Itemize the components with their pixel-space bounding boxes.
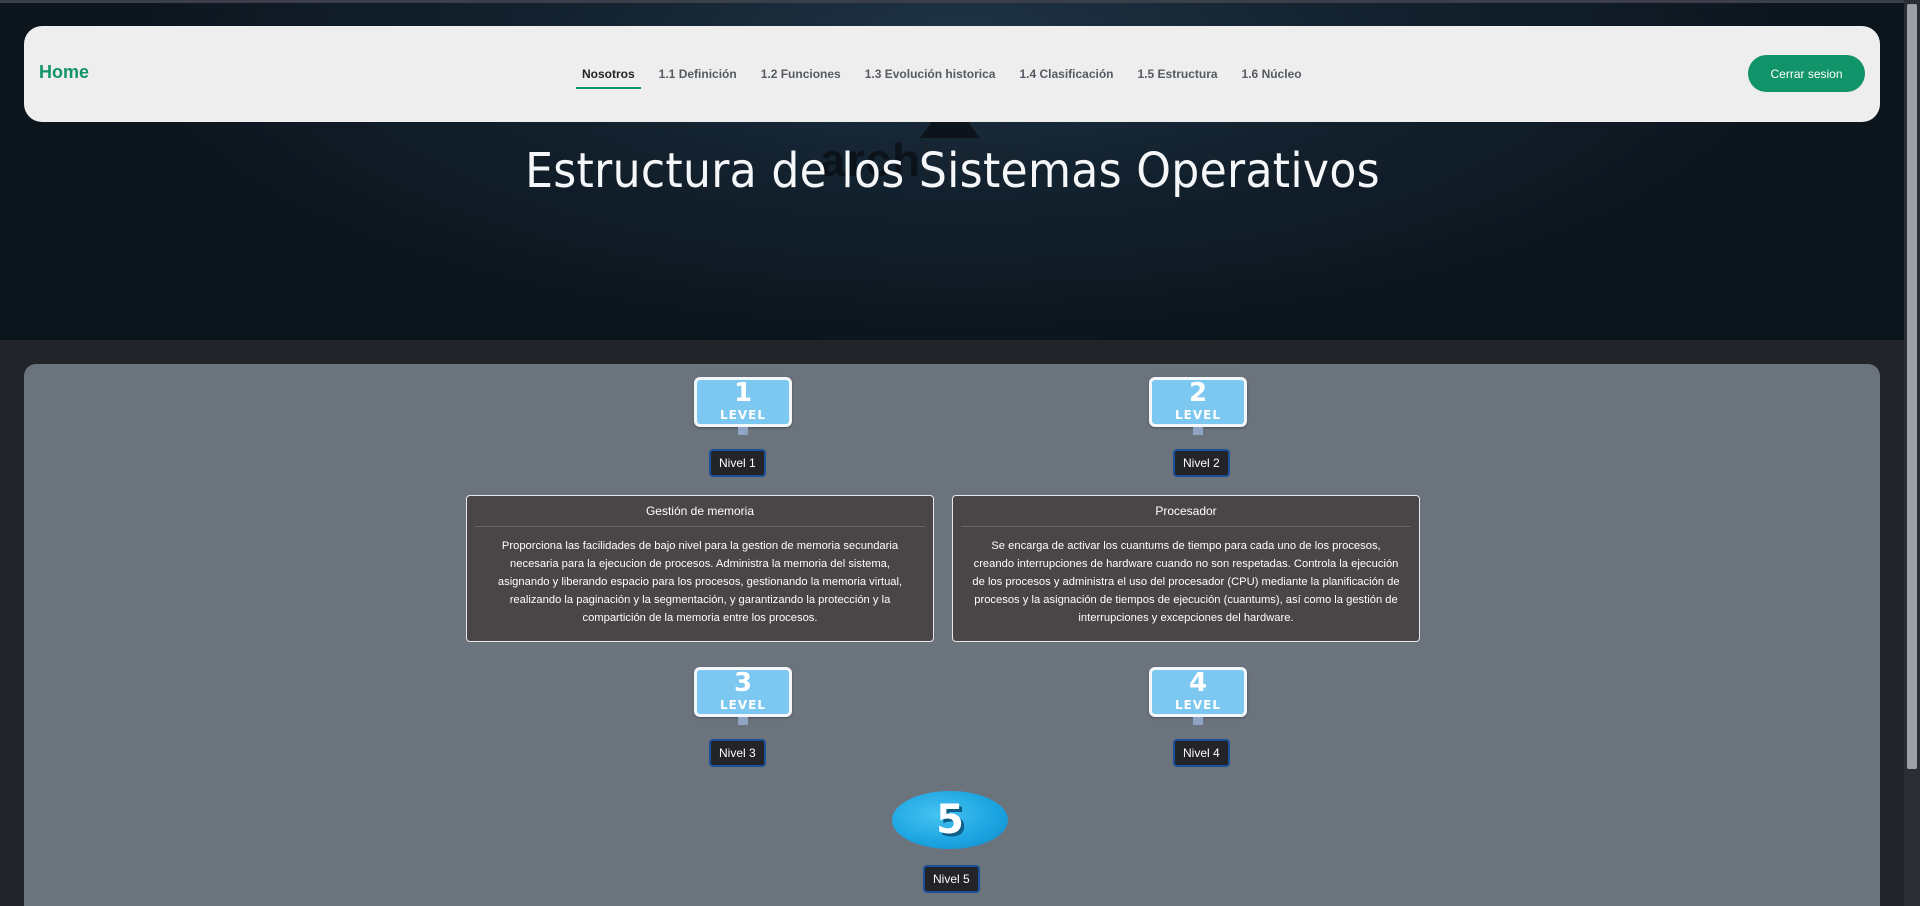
level-2-number: 2 (1188, 380, 1208, 408)
level-2-badge[interactable]: Nivel 2 (1173, 449, 1230, 477)
nav-link-evolucion[interactable]: 1.3 Evolución historica (865, 67, 996, 81)
processor-card: Procesador Se encarga de activar los cua… (952, 495, 1420, 642)
nav-link-funciones[interactable]: 1.2 Funciones (761, 67, 841, 81)
level-5-badge[interactable]: Nivel 5 (923, 865, 980, 893)
level-5-number: 5 (892, 791, 1008, 849)
level-2-sign-icon: 2 LEVEL (1149, 377, 1247, 435)
nav-link-definicion[interactable]: 1.1 Definición (659, 67, 737, 81)
home-link[interactable]: Home (39, 62, 89, 83)
level-1-number: 1 (733, 380, 753, 408)
scrollbar-thumb[interactable] (1907, 4, 1917, 769)
nav-links: Nosotros 1.1 Definición 1.2 Funciones 1.… (570, 26, 1314, 122)
memory-card-body: Proporciona las facilidades de bajo nive… (497, 540, 903, 624)
memory-management-card: Gestión de memoria Proporciona las facil… (466, 495, 934, 642)
nav-link-estructura[interactable]: 1.5 Estructura (1138, 67, 1218, 81)
nav-link-nosotros[interactable]: Nosotros (576, 67, 641, 89)
level-3-sign-icon: 3 LEVEL (694, 667, 792, 725)
navbar: Home Nosotros 1.1 Definición 1.2 Funcion… (24, 26, 1880, 122)
level-4-sign-text: LEVEL (1175, 698, 1221, 712)
level-4-sign-icon: 4 LEVEL (1149, 667, 1247, 725)
processor-card-title: Procesador (961, 496, 1411, 527)
memory-card-title: Gestión de memoria (475, 496, 925, 527)
level-1-sign-text: LEVEL (720, 408, 766, 422)
content-panel: 1 LEVEL Nivel 1 2 LEVEL Nivel 2 Gestión … (24, 364, 1880, 906)
level-5-oval-icon: 5 (892, 791, 1008, 849)
level-4-badge[interactable]: Nivel 4 (1173, 739, 1230, 767)
nav-link-nucleo[interactable]: 1.6 Núcleo (1242, 67, 1302, 81)
logout-button[interactable]: Cerrar sesion (1748, 55, 1865, 92)
nav-link-clasificacion[interactable]: 1.4 Clasificación (1019, 67, 1113, 81)
level-3-number: 3 (733, 670, 753, 698)
level-3-badge[interactable]: Nivel 3 (709, 739, 766, 767)
level-4-number: 4 (1188, 670, 1208, 698)
level-2-sign-text: LEVEL (1175, 408, 1221, 422)
processor-card-body: Se encarga de activar los cuantums de ti… (972, 540, 1400, 624)
page-scrollbar[interactable] (1904, 0, 1920, 906)
level-1-badge[interactable]: Nivel 1 (709, 449, 766, 477)
page-title: Estructura de los Sistemas Operativos (525, 143, 1380, 199)
level-3-sign-text: LEVEL (720, 698, 766, 712)
level-1-sign-icon: 1 LEVEL (694, 377, 792, 435)
